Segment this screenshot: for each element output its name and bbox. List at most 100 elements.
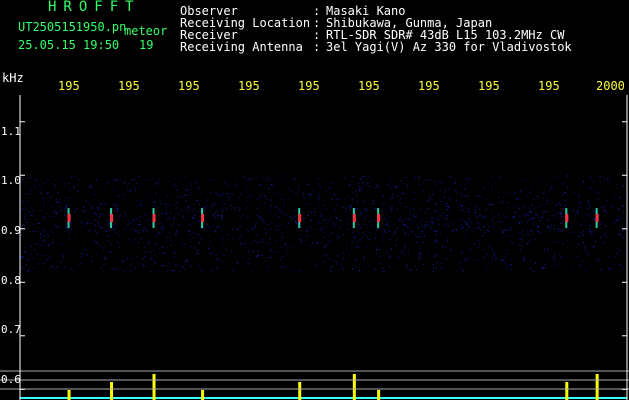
noise-dot (615, 222, 617, 224)
noise-dot (490, 175, 492, 177)
noise-dot (154, 185, 155, 187)
noise-dot (312, 228, 313, 230)
noise-dot (538, 217, 540, 219)
noise-dot (469, 249, 471, 251)
noise-dot (91, 234, 93, 236)
noise-dot (597, 268, 598, 269)
noise-dot (463, 258, 465, 260)
noise-dot (357, 221, 359, 223)
noise-dot (316, 242, 318, 244)
noise-dot (472, 230, 474, 232)
noise-dot (382, 267, 384, 269)
noise-dot (579, 194, 580, 196)
noise-dot (562, 183, 564, 185)
noise-dot (127, 224, 129, 226)
noise-dot (294, 209, 296, 211)
noise-dot (454, 178, 456, 180)
noise-dot (278, 229, 280, 231)
noise-dot (81, 252, 83, 254)
noise-dot (34, 185, 36, 187)
noise-dot (477, 239, 479, 241)
noise-dot (415, 265, 417, 267)
noise-dot (405, 243, 407, 245)
noise-dot (164, 253, 166, 255)
noise-dot (585, 249, 587, 251)
noise-dot (261, 217, 263, 219)
noise-dot (302, 258, 304, 259)
noise-dot (63, 183, 65, 185)
noise-dot (108, 214, 110, 216)
noise-dot (538, 178, 540, 180)
noise-dot (122, 194, 124, 196)
noise-dot (322, 193, 323, 195)
noise-dot (406, 266, 408, 268)
noise-dot (96, 242, 98, 244)
noise-dot (107, 181, 109, 183)
noise-dot (175, 232, 177, 234)
meteor-echo-core (110, 214, 114, 223)
noise-dot (365, 210, 367, 212)
noise-dot (486, 267, 488, 269)
noise-dot (335, 217, 337, 219)
noise-dot (340, 183, 342, 185)
noise-dot (192, 217, 194, 219)
noise-dot (411, 231, 413, 233)
noise-dot (106, 230, 108, 232)
noise-dot (160, 227, 162, 229)
noise-dot (582, 231, 584, 233)
noise-dot (183, 246, 185, 248)
noise-dot (76, 207, 78, 209)
noise-dot (385, 214, 387, 216)
activity-bar (595, 374, 599, 400)
noise-dot (221, 218, 223, 220)
noise-dot (537, 196, 539, 198)
activity-bars (20, 374, 627, 400)
noise-dot (592, 246, 594, 247)
meteor-echo-core (67, 214, 71, 223)
noise-dot (320, 215, 322, 217)
noise-dot (525, 195, 527, 197)
noise-dot (553, 228, 555, 230)
noise-dot (373, 261, 375, 263)
noise-dot (584, 248, 586, 250)
noise-dot (300, 242, 302, 244)
noise-dot (405, 225, 407, 226)
noise-dot (235, 256, 237, 258)
noise-dot (280, 265, 282, 267)
noise-dot (418, 258, 420, 260)
noise-dot (362, 181, 364, 183)
noise-dot (538, 225, 540, 227)
file-name: UT2505151950.pn (18, 20, 127, 34)
noise-dot (405, 247, 406, 249)
noise-dot (427, 253, 429, 255)
noise-dot (291, 190, 293, 192)
noise-dot (562, 243, 564, 245)
noise-dot (413, 208, 415, 210)
noise-dot (173, 270, 175, 271)
noise-dot (426, 223, 427, 225)
noise-dot (464, 188, 466, 190)
noise-dot (435, 210, 436, 212)
noise-dot (564, 192, 566, 194)
noise-dot (153, 249, 155, 251)
noise-dot (365, 176, 367, 178)
noise-dot (108, 251, 110, 253)
noise-dot (371, 225, 372, 227)
noise-dot (449, 269, 451, 271)
noise-dot (510, 265, 512, 267)
noise-dot (396, 195, 398, 197)
noise-dot (603, 177, 605, 179)
noise-dot (405, 218, 407, 220)
noise-dot (447, 225, 449, 227)
noise-dot (75, 236, 77, 238)
noise-dot (190, 185, 192, 186)
noise-dot (479, 214, 481, 216)
noise-dot (37, 222, 39, 224)
noise-dot (581, 224, 583, 226)
noise-dot (134, 268, 136, 270)
noise-dot (117, 179, 119, 181)
noise-dot (255, 256, 257, 257)
noise-dot (216, 227, 218, 229)
noise-dot (272, 186, 274, 188)
noise-dot (317, 196, 319, 198)
